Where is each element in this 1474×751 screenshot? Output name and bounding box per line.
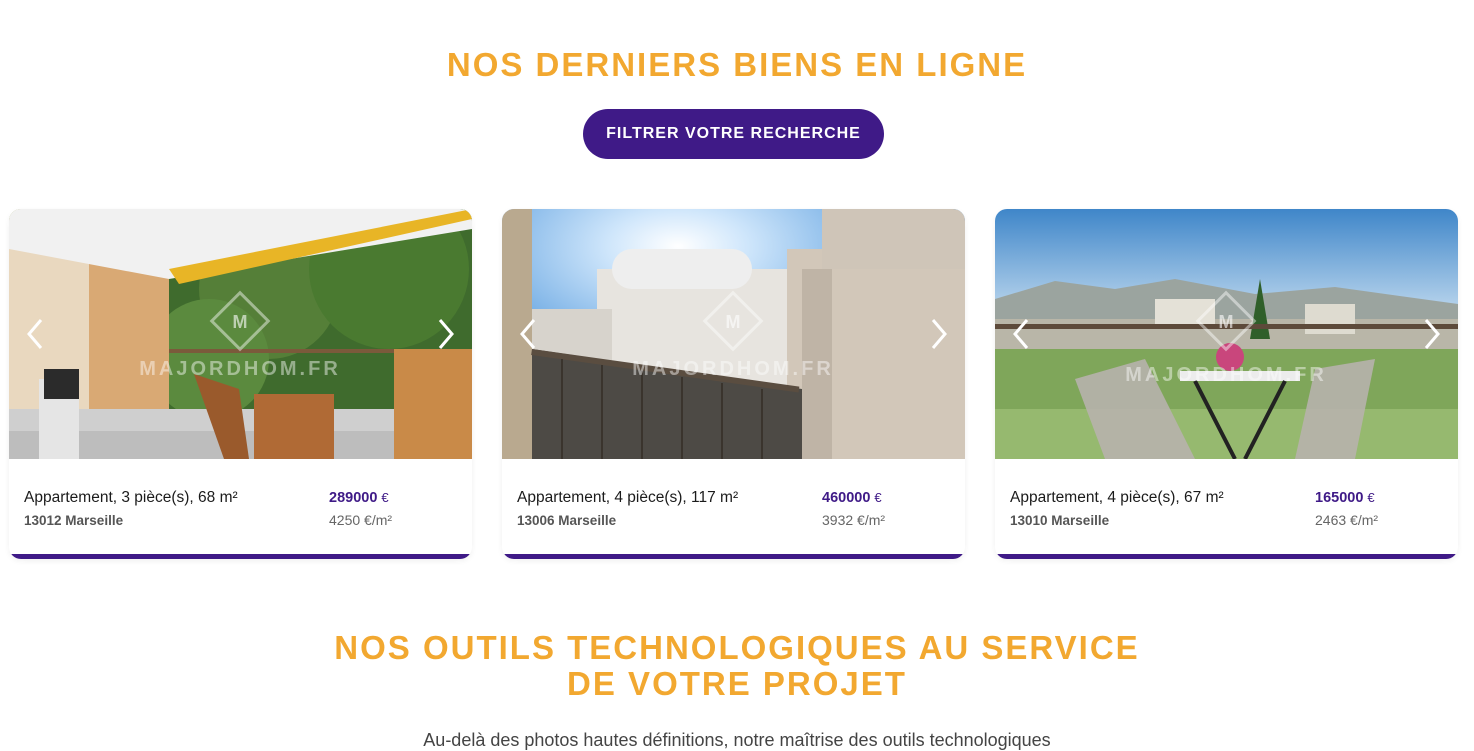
- listing-currency: €: [874, 490, 882, 505]
- section-title-line1: NOS OUTILS TECHNOLOGIQUES AU SERVICE: [334, 629, 1140, 666]
- listing-price-per-m2: 3932 €/m²: [822, 512, 886, 528]
- chevron-right-icon[interactable]: [1416, 314, 1446, 354]
- listing-type: Appartement, 3 pièce(s), 68 m²: [24, 489, 238, 506]
- section-lead-text: Au-delà des photos hautes définitions, n…: [423, 730, 1051, 750]
- section-title-tech-tools: NOS OUTILS TECHNOLOGIQUES AU SERVICE DE …: [0, 630, 1474, 702]
- watermark-text: MAJORDHOM.FR: [632, 358, 834, 380]
- section-title-latest-listings: NOS DERNIERS BIENS EN LIGNE: [446, 46, 1028, 83]
- chevron-right-icon[interactable]: [430, 314, 460, 354]
- listing-photo: M MAJORDHOM.FR: [995, 209, 1458, 459]
- listing-type: Appartement, 4 pièce(s), 67 m²: [1010, 489, 1224, 506]
- svg-text:M: M: [233, 312, 248, 332]
- svg-text:M: M: [726, 312, 741, 332]
- svg-text:M: M: [1219, 312, 1234, 332]
- listing-photo: M MAJORDHOM.FR: [502, 209, 965, 459]
- filter-search-button[interactable]: FILTRER VOTRE RECHERCHE: [583, 109, 884, 159]
- watermark-text: MAJORDHOM.FR: [1125, 364, 1327, 386]
- section-title-line2: DE VOTRE PROJET: [567, 665, 907, 702]
- chevron-left-icon[interactable]: [1007, 314, 1037, 354]
- listing-city: 13006 Marseille: [517, 513, 617, 528]
- listing-city: 13010 Marseille: [1010, 513, 1110, 528]
- listing-price-per-m2: 2463 €/m²: [1315, 512, 1379, 528]
- listing-price: 289000 €: [329, 490, 389, 506]
- listing-price-value: 460000: [822, 490, 871, 506]
- listing-card[interactable]: M MAJORDHOM.FR Appartement, 4 pièce(s), …: [995, 209, 1458, 559]
- listing-price-value: 289000: [329, 490, 378, 506]
- listing-currency: €: [381, 490, 389, 505]
- listing-currency: €: [1367, 490, 1375, 505]
- chevron-left-icon[interactable]: [514, 314, 544, 354]
- listing-price: 460000 €: [822, 490, 882, 506]
- listing-info: Appartement, 4 pièce(s), 117 m² 13006 Ma…: [517, 487, 950, 547]
- listing-card[interactable]: M MAJORDHOM.FR Appartement, 4 pièce(s), …: [502, 209, 965, 559]
- chevron-right-icon[interactable]: [923, 314, 953, 354]
- listing-price-value: 165000: [1315, 490, 1364, 506]
- chevron-left-icon[interactable]: [21, 314, 51, 354]
- listing-type: Appartement, 4 pièce(s), 117 m²: [517, 489, 739, 506]
- listing-photo: M MAJORDHOM.FR: [9, 209, 472, 459]
- listing-card[interactable]: M MAJORDHOM.FR Appartement, 3 pièce(s), …: [9, 209, 472, 559]
- listing-info: Appartement, 4 pièce(s), 67 m² 13010 Mar…: [1010, 487, 1443, 547]
- listing-price: 165000 €: [1315, 490, 1375, 506]
- listing-info: Appartement, 3 pièce(s), 68 m² 13012 Mar…: [24, 487, 457, 547]
- listing-city: 13012 Marseille: [24, 513, 124, 528]
- watermark-text: MAJORDHOM.FR: [139, 358, 341, 380]
- listing-price-per-m2: 4250 €/m²: [329, 512, 393, 528]
